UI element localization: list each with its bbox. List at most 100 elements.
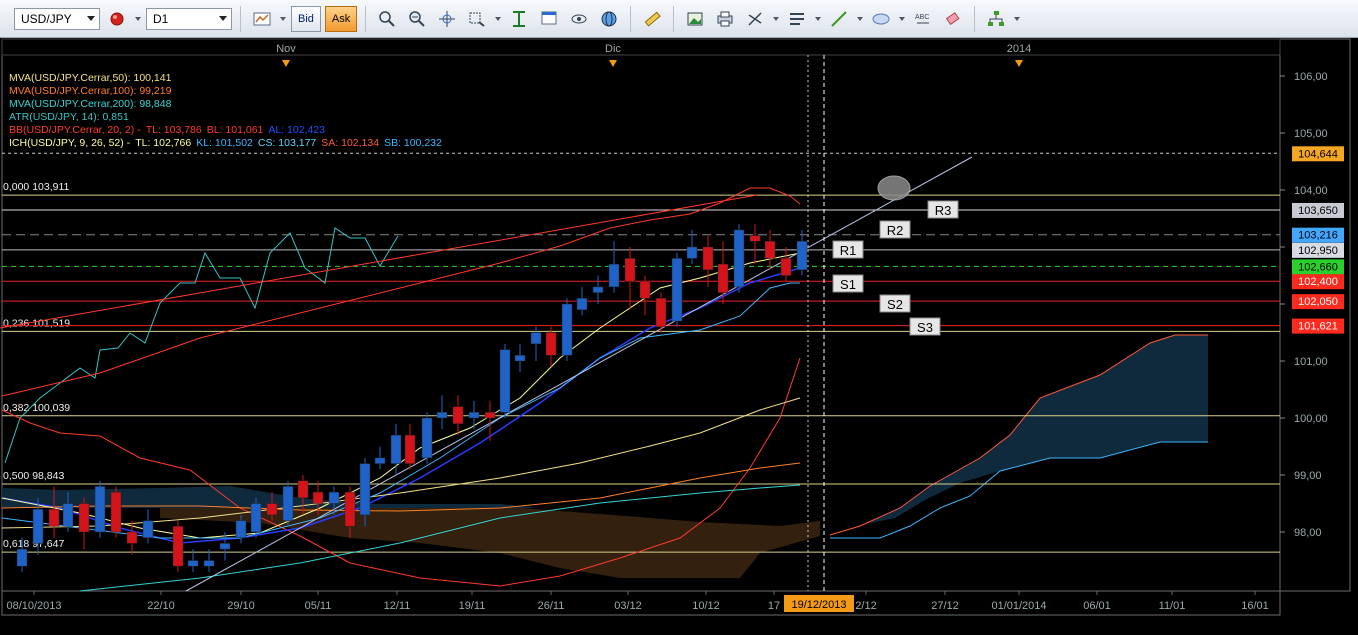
indicator-legend-row[interactable]: BB(USD/JPY.Cerrar, 20, 2) - TL: 103,786 BL…	[9, 124, 330, 136]
bid-button[interactable]: Bid	[291, 5, 321, 32]
candle[interactable]	[561, 303, 573, 356]
candle[interactable]	[530, 332, 542, 345]
date-axis-label: 16/01	[1241, 600, 1269, 612]
candle[interactable]	[671, 258, 683, 322]
candle[interactable]	[514, 355, 526, 362]
indicator-legend-row[interactable]: MVA(USD/JPY.Cerrar,100): 99,219	[9, 85, 171, 97]
zoom-in-icon[interactable]	[404, 6, 430, 32]
candle[interactable]	[266, 503, 278, 516]
candle[interactable]	[110, 491, 122, 533]
candle[interactable]	[203, 560, 215, 567]
candle[interactable]	[468, 412, 480, 419]
draw-tools-icon[interactable]	[742, 6, 768, 32]
candle[interactable]	[48, 508, 60, 527]
candle[interactable]	[608, 263, 620, 288]
candle[interactable]	[32, 508, 44, 544]
candle[interactable]	[421, 417, 433, 459]
candle[interactable]	[172, 526, 184, 567]
pivot-label: S2	[887, 297, 903, 312]
chevron-down-icon[interactable]	[772, 6, 780, 32]
chevron-down-icon[interactable]	[898, 6, 906, 32]
candle[interactable]	[499, 349, 511, 413]
candle[interactable]	[717, 263, 729, 293]
image-icon[interactable]	[682, 6, 708, 32]
candle[interactable]	[219, 543, 231, 550]
eye-icon[interactable]	[566, 6, 592, 32]
candle[interactable]	[374, 457, 386, 464]
properties-icon[interactable]	[536, 6, 562, 32]
candle[interactable]	[780, 258, 792, 276]
candle[interactable]	[452, 406, 464, 424]
cursor-date-label: 19/12/2013	[791, 599, 846, 611]
globe-icon[interactable]	[596, 6, 622, 32]
candle[interactable]	[749, 235, 761, 242]
candle[interactable]	[94, 486, 106, 533]
symbol-select[interactable]: USD/JPY	[14, 7, 100, 30]
date-axis-label: 11/01	[1159, 600, 1186, 612]
tree-icon[interactable]	[983, 6, 1009, 32]
indicators-icon[interactable]	[374, 6, 400, 32]
pivot-label: R1	[840, 243, 857, 258]
candle[interactable]	[328, 491, 340, 504]
candle[interactable]	[78, 503, 90, 533]
chart-type-icon[interactable]	[249, 6, 275, 32]
print-icon[interactable]	[712, 6, 738, 32]
candle[interactable]	[344, 491, 356, 527]
ruler-icon[interactable]	[639, 6, 665, 32]
candle[interactable]	[686, 246, 698, 259]
chevron-down-icon[interactable]	[134, 6, 142, 32]
candle[interactable]	[576, 298, 588, 310]
chevron-down-icon[interactable]	[1013, 6, 1021, 32]
candle[interactable]	[545, 332, 557, 356]
chevron-down-icon[interactable]	[814, 6, 822, 32]
candle[interactable]	[655, 298, 667, 328]
candle[interactable]	[624, 258, 636, 282]
indicator-legend-row[interactable]: ICH(USD/JPY, 9, 26, 52) - TL: 102,766 KL: …	[9, 137, 447, 149]
indicator-legend-row[interactable]: MVA(USD/JPY.Cerrar,200): 98,848	[9, 98, 171, 110]
candle[interactable]	[796, 241, 808, 271]
price-chart[interactable]: NovDic2014106,00105,00104,00103,00102,00…	[0, 38, 1358, 635]
candle[interactable]	[702, 246, 714, 271]
chevron-down-icon[interactable]	[856, 6, 864, 32]
chevron-down-icon	[87, 15, 95, 21]
candle[interactable]	[282, 486, 294, 521]
candle[interactable]	[250, 503, 262, 533]
indicator-legend-part: SA: 102,134	[321, 137, 380, 149]
candle[interactable]	[187, 560, 199, 567]
candle[interactable]	[235, 520, 247, 538]
trendline-icon[interactable]	[826, 6, 852, 32]
ellipse-icon[interactable]	[868, 6, 894, 32]
candle[interactable]	[404, 434, 416, 464]
indicator-legend-row[interactable]: ATR(USD/JPY, 14): 0,851	[9, 111, 129, 123]
timeframe-select[interactable]: D1	[146, 7, 232, 30]
record-icon[interactable]	[104, 6, 130, 32]
zoom-area-icon[interactable]	[464, 6, 490, 32]
candle[interactable]	[390, 434, 402, 464]
price-badge-label: 102,050	[1298, 296, 1338, 308]
candle[interactable]	[312, 491, 324, 504]
text-icon[interactable]: ABC	[910, 6, 936, 32]
candle[interactable]	[359, 463, 371, 516]
crosshair-icon[interactable]	[434, 6, 460, 32]
date-axis-label: 27/12	[931, 600, 959, 612]
chevron-down-icon[interactable]	[494, 6, 502, 32]
candle[interactable]	[436, 412, 448, 419]
eraser-icon[interactable]	[940, 6, 966, 32]
indicator-legend-row[interactable]: MVA(USD/JPY.Cerrar,50): 100,141	[9, 72, 171, 84]
fibonacci-level-label: 0,000 103,911	[3, 181, 70, 193]
ellipse-drawing[interactable]	[877, 175, 911, 201]
candle[interactable]	[733, 229, 745, 288]
candle[interactable]	[592, 286, 604, 293]
candle[interactable]	[639, 280, 651, 299]
candle[interactable]	[142, 520, 154, 538]
fit-icon[interactable]	[506, 6, 532, 32]
candle[interactable]	[126, 531, 138, 544]
chevron-down-icon[interactable]	[279, 6, 287, 32]
lines-icon[interactable]	[784, 6, 810, 32]
ask-button[interactable]: Ask	[324, 5, 358, 32]
candle[interactable]	[16, 548, 28, 567]
candle[interactable]	[764, 241, 776, 259]
candle[interactable]	[297, 480, 309, 499]
candle[interactable]	[484, 412, 496, 419]
candle[interactable]	[62, 503, 74, 527]
